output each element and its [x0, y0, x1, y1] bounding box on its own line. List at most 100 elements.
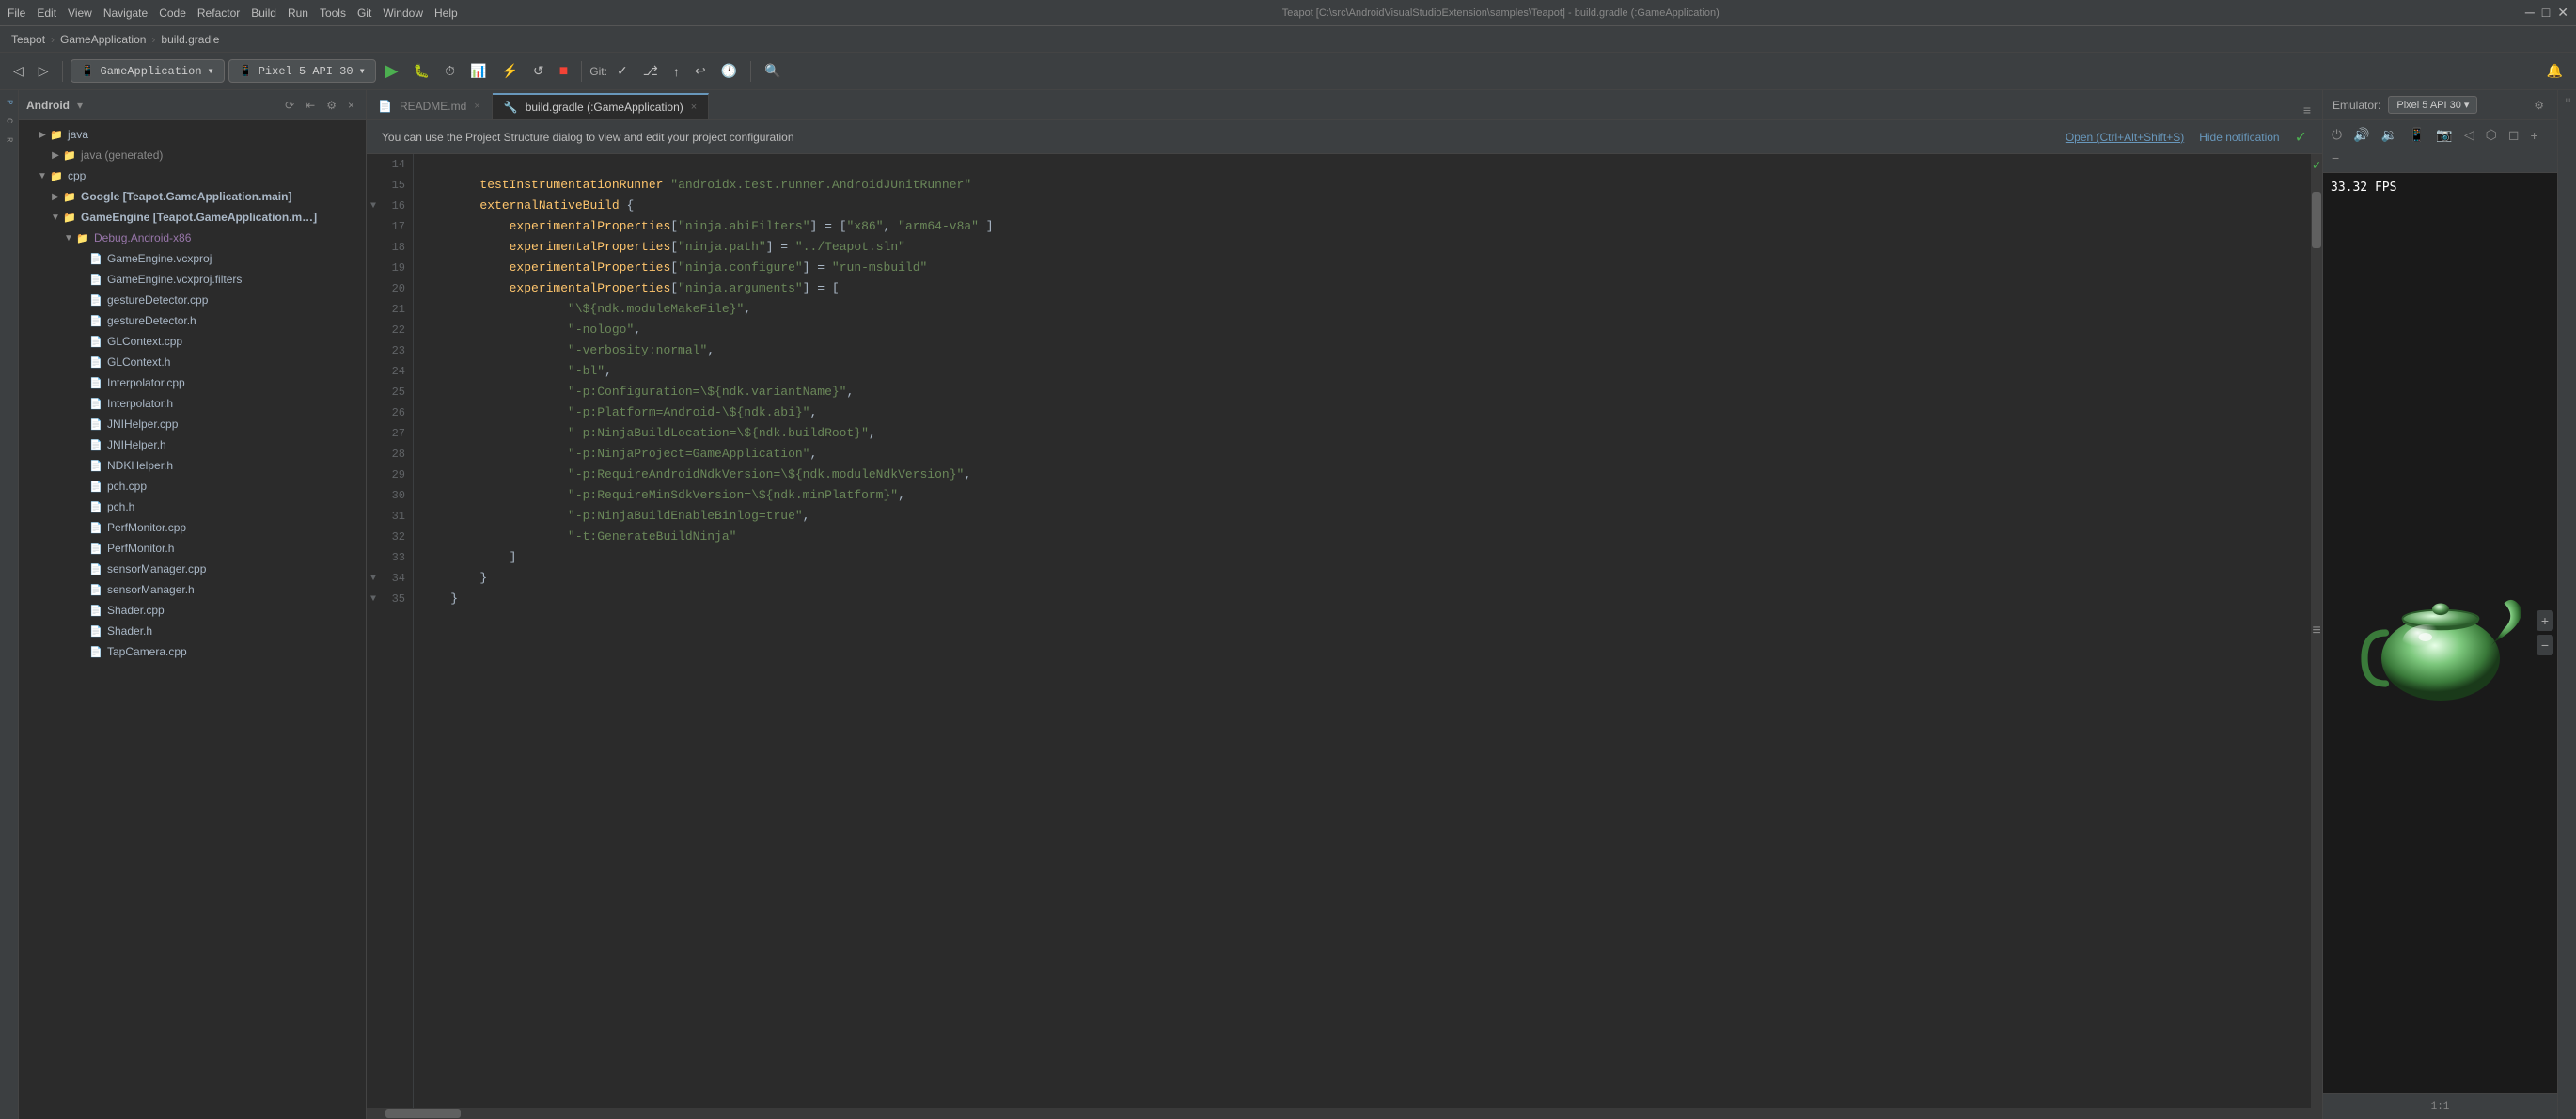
emulator-device-selector[interactable]: Pixel 5 API 30 ▾ — [2388, 96, 2477, 114]
maximize-button[interactable]: □ — [2542, 5, 2550, 21]
debug-button[interactable]: 🐛 — [408, 59, 435, 83]
zoom-in-button[interactable]: + — [2525, 124, 2542, 146]
restart-button[interactable]: ↺ — [527, 59, 550, 83]
recents-nav-button[interactable]: ◻ — [2504, 124, 2524, 146]
zoom-out-side-button[interactable]: − — [2537, 635, 2553, 655]
code-editor[interactable]: 14 15 ▼ 16 17 18 19 20 21 22 23 24 25 26… — [367, 154, 2322, 1108]
minimize-button[interactable]: ─ — [2525, 5, 2535, 21]
tree-item-interpolator-cpp[interactable]: 📄 Interpolator.cpp — [19, 372, 366, 393]
tree-item-jnihelper-h[interactable]: 📄 JNIHelper.h — [19, 434, 366, 455]
tree-item-perfmonitor-cpp[interactable]: 📄 PerfMonitor.cpp — [19, 517, 366, 538]
menu-code[interactable]: Code — [159, 7, 186, 20]
back-button[interactable]: ◁ — [8, 59, 29, 83]
tree-item-cpp[interactable]: ▼ 📁 cpp — [19, 165, 366, 186]
readme-tab-close[interactable]: × — [474, 101, 479, 112]
tree-item-gesturedetector-cpp[interactable]: 📄 gestureDetector.cpp — [19, 290, 366, 310]
tree-item-shader-h[interactable]: 📄 Shader.h — [19, 621, 366, 641]
tree-item-pch-cpp[interactable]: 📄 pch.cpp — [19, 476, 366, 496]
h-scrollbar-thumb[interactable] — [385, 1109, 461, 1118]
fold-icon-35[interactable]: ▼ — [370, 594, 376, 605]
tab-readme[interactable]: 📄 README.md × — [367, 93, 493, 119]
tree-item-sensormanager-h[interactable]: 📄 sensorManager.h — [19, 579, 366, 600]
panel-close-button[interactable]: × — [344, 97, 358, 114]
breadcrumb-teapot[interactable]: Teapot — [11, 33, 45, 46]
fold-icon-34[interactable]: ▼ — [370, 574, 376, 584]
fold-icon-16[interactable]: ▼ — [370, 201, 376, 212]
menu-run[interactable]: Run — [288, 7, 308, 20]
notifications-button[interactable]: 🔔 — [2541, 59, 2568, 83]
right-icon-1[interactable]: ≡ — [2559, 94, 2576, 106]
tree-item-sensormanager-cpp[interactable]: 📄 sensorManager.cpp — [19, 559, 366, 579]
tree-item-pch-h[interactable]: 📄 pch.h — [19, 496, 366, 517]
stop-button[interactable]: ■ — [554, 59, 574, 84]
horizontal-scrollbar[interactable] — [367, 1108, 2322, 1119]
menu-window[interactable]: Window — [383, 7, 423, 20]
code-content-area[interactable]: testInstrumentationRunner "androidx.test… — [414, 154, 2311, 1108]
open-project-structure-link[interactable]: Open (Ctrl+Alt+Shift+S) — [2066, 131, 2184, 144]
forward-button[interactable]: ▷ — [33, 59, 55, 83]
project-panel-dropdown[interactable]: ▾ — [77, 99, 83, 112]
sync-files-button[interactable]: ⟳ — [281, 97, 298, 114]
git-branch-button[interactable]: ⎇ — [637, 59, 664, 83]
project-icon[interactable]: P — [1, 94, 18, 111]
commit-icon[interactable]: C — [1, 113, 18, 130]
menu-build[interactable]: Build — [251, 7, 276, 20]
volume-up-button[interactable]: 🔊 — [2348, 124, 2374, 146]
recent-files-button[interactable]: ≡ — [2300, 101, 2315, 119]
tree-item-gameengine[interactable]: ▼ 📁 GameEngine [Teapot.GameApplication.m… — [19, 207, 366, 228]
breadcrumb-file[interactable]: build.gradle — [161, 33, 219, 46]
vertical-scrollbar[interactable]: ✓ ≡ — [2311, 154, 2322, 1108]
collapse-all-button[interactable]: ⇤ — [302, 97, 319, 114]
tree-item-glcontext-h[interactable]: 📄 GLContext.h — [19, 352, 366, 372]
device-selector[interactable]: 📱 Pixel 5 API 30 ▾ — [228, 59, 376, 83]
tree-item-perfmonitor-h[interactable]: 📄 PerfMonitor.h — [19, 538, 366, 559]
tree-item-gameengine-vcxproj[interactable]: 📄 GameEngine.vcxproj — [19, 248, 366, 269]
home-nav-button[interactable]: ⬡ — [2481, 124, 2502, 146]
tree-item-tapcamera-cpp[interactable]: 📄 TapCamera.cpp — [19, 641, 366, 662]
power-button[interactable]: ⏻ — [2327, 124, 2347, 146]
app-menus[interactable]: File Edit View Navigate Code Refactor Bu… — [8, 7, 458, 20]
gradle-tab-close[interactable]: × — [691, 102, 697, 113]
screenshot-button[interactable]: 📷 — [2431, 124, 2457, 146]
zoom-in-side-button[interactable]: + — [2537, 610, 2553, 631]
git-history-button[interactable]: 🕐 — [715, 59, 743, 83]
tree-item-shader-cpp[interactable]: 📄 Shader.cpp — [19, 600, 366, 621]
emulator-settings-button[interactable]: ⚙ — [2530, 97, 2548, 114]
back-nav-button[interactable]: ◁ — [2459, 124, 2479, 146]
tree-item-google[interactable]: ▶ 📁 Google [Teapot.GameApplication.main] — [19, 186, 366, 207]
coverage-button[interactable]: 📊 — [464, 59, 492, 83]
close-button[interactable]: ✕ — [2557, 5, 2568, 21]
scrollbar-thumb[interactable] — [2312, 192, 2321, 248]
tree-item-debug-android[interactable]: ▼ 📁 Debug.Android-x86 — [19, 228, 366, 248]
menu-navigate[interactable]: Navigate — [103, 7, 148, 20]
rotate-button[interactable]: 📱 — [2404, 124, 2429, 146]
menu-file[interactable]: File — [8, 7, 25, 20]
run-config-selector[interactable]: 📱 GameApplication ▾ — [71, 59, 225, 83]
panel-settings-button[interactable]: ⚙ — [322, 97, 340, 114]
menu-help[interactable]: Help — [434, 7, 458, 20]
tree-item-gesturedetector-h[interactable]: 📄 gestureDetector.h — [19, 310, 366, 331]
tab-build-gradle[interactable]: 🔧 build.gradle (:GameApplication) × — [493, 93, 709, 119]
window-controls[interactable]: ─ □ ✕ — [2525, 5, 2568, 21]
tree-item-interpolator-h[interactable]: 📄 Interpolator.h — [19, 393, 366, 414]
breadcrumb-gameapp[interactable]: GameApplication — [60, 33, 146, 46]
tree-item-glcontext-cpp[interactable]: 📄 GLContext.cpp — [19, 331, 366, 352]
git-rollback-button[interactable]: ↩ — [689, 59, 712, 83]
resource-manager-icon[interactable]: R — [1, 132, 18, 149]
apply-changes-button[interactable]: ⚡ — [495, 59, 523, 83]
tree-item-jnihelper-cpp[interactable]: 📄 JNIHelper.cpp — [19, 414, 366, 434]
search-button[interactable]: 🔍 — [759, 59, 786, 83]
hide-notification-button[interactable]: Hide notification — [2199, 131, 2279, 144]
menu-view[interactable]: View — [68, 7, 92, 20]
tree-item-java-generated[interactable]: ▶ 📁 java (generated) — [19, 145, 366, 165]
run-button[interactable]: ▶ — [380, 57, 404, 85]
menu-edit[interactable]: Edit — [37, 7, 56, 20]
tree-item-ndkhelper-h[interactable]: 📄 NDKHelper.h — [19, 455, 366, 476]
menu-tools[interactable]: Tools — [320, 7, 346, 20]
git-update-button[interactable]: ✓ — [611, 59, 634, 83]
volume-down-button[interactable]: 🔉 — [2377, 124, 2402, 146]
git-push-button[interactable]: ↑ — [668, 60, 685, 83]
menu-refactor[interactable]: Refactor — [197, 7, 240, 20]
menu-git[interactable]: Git — [357, 7, 371, 20]
tree-item-java[interactable]: ▶ 📁 java — [19, 124, 366, 145]
